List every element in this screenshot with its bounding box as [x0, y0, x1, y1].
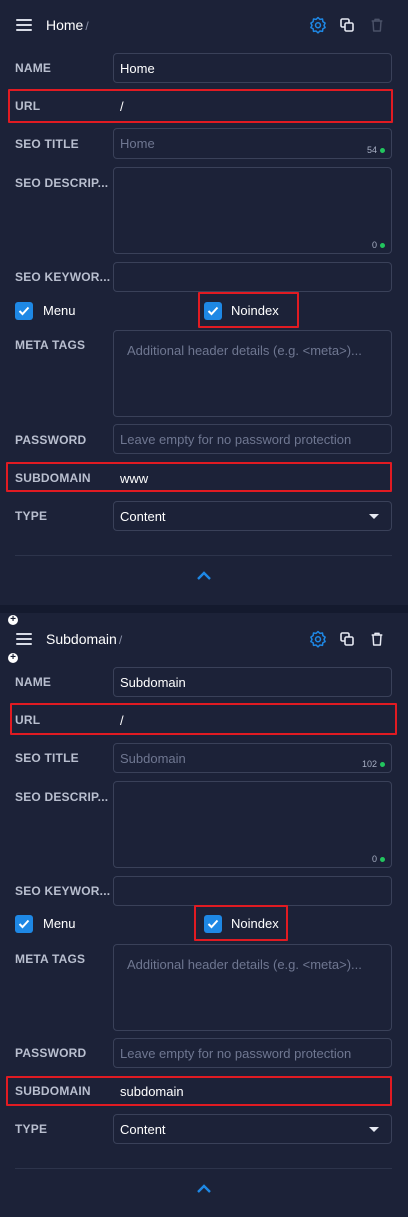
- panel-gap: [0, 605, 408, 613]
- seo-keywords-field[interactable]: [113, 876, 392, 906]
- breadcrumb-separator: /: [118, 633, 123, 647]
- menu-checkbox-label[interactable]: Menu: [43, 916, 76, 931]
- status-dot: [380, 761, 385, 767]
- type-label: TYPE: [15, 1122, 48, 1136]
- duplicate-icon[interactable]: [339, 631, 355, 647]
- seo-description-counter: 0: [372, 854, 385, 864]
- page-title-text: Home: [46, 17, 84, 33]
- check-icon: [18, 919, 30, 929]
- type-select-value: Content: [120, 1121, 166, 1137]
- seo-title-label: SEO TITLE: [15, 137, 79, 151]
- type-label: TYPE: [15, 509, 48, 523]
- seo-description-label: SEO DESCRIP...: [15, 790, 109, 804]
- seo-title-placeholder: Subdomain: [120, 750, 186, 766]
- subdomain-highlight: [6, 462, 392, 492]
- menu-checkbox[interactable]: [15, 915, 33, 933]
- chevron-up-icon[interactable]: [196, 571, 212, 581]
- seo-keywords-label: SEO KEYWOR...: [15, 884, 111, 898]
- type-select[interactable]: Content: [113, 501, 392, 531]
- divider: [15, 555, 392, 556]
- subdomain-highlight: [6, 1076, 392, 1106]
- status-dot: [380, 147, 385, 153]
- page-title-text: Subdomain: [46, 631, 117, 647]
- menu-icon[interactable]: [16, 19, 32, 31]
- add-icon[interactable]: +: [8, 653, 18, 663]
- seo-description-counter: 0: [372, 240, 385, 250]
- menu-checkbox-label[interactable]: Menu: [43, 303, 76, 318]
- chevron-up-icon[interactable]: [196, 1184, 212, 1194]
- check-icon: [18, 306, 30, 316]
- status-dot: [380, 856, 385, 862]
- password-field[interactable]: Leave empty for no password protection: [113, 424, 392, 454]
- seo-description-count: 0: [371, 854, 377, 864]
- seo-description-label: SEO DESCRIP...: [15, 176, 109, 190]
- seo-description-field[interactable]: 0: [113, 781, 392, 868]
- name-field[interactable]: Home: [113, 53, 392, 83]
- menu-icon[interactable]: [16, 633, 32, 645]
- trash-icon[interactable]: [369, 630, 385, 648]
- seo-description-field[interactable]: 0: [113, 167, 392, 254]
- meta-tags-label: META TAGS: [15, 952, 86, 966]
- seo-keywords-label: SEO KEYWOR...: [15, 270, 111, 284]
- add-icon[interactable]: +: [8, 615, 18, 625]
- type-select[interactable]: Content: [113, 1114, 392, 1144]
- trash-icon: [371, 18, 383, 32]
- url-highlight: [10, 703, 397, 735]
- seo-title-placeholder: Home: [120, 136, 155, 151]
- type-select-value: Content: [120, 508, 166, 524]
- divider: [15, 1168, 392, 1169]
- seo-title-field[interactable]: Subdomain 102: [113, 743, 392, 773]
- page-title: Home /: [46, 16, 89, 35]
- meta-tags-label: META TAGS: [15, 338, 86, 352]
- dropdown-arrow-icon: [369, 514, 379, 519]
- password-label: PASSWORD: [15, 433, 87, 447]
- seo-title-counter: 54: [367, 145, 385, 155]
- noindex-highlight: [198, 292, 299, 328]
- url-highlight: [8, 89, 393, 123]
- seo-keywords-field[interactable]: [113, 262, 392, 292]
- password-label: PASSWORD: [15, 1046, 87, 1060]
- settings-icon[interactable]: [309, 630, 327, 648]
- page-settings-panel-home: Home / NAME Home URL / SEO TITLE Home 54 …: [0, 0, 408, 605]
- noindex-highlight: [194, 905, 288, 941]
- dropdown-arrow-icon: [369, 1127, 379, 1132]
- name-field[interactable]: Subdomain: [113, 667, 392, 697]
- settings-icon[interactable]: [309, 16, 327, 34]
- password-field[interactable]: Leave empty for no password protection: [113, 1038, 392, 1068]
- page-title: Subdomain /: [46, 630, 122, 649]
- duplicate-icon[interactable]: [339, 17, 355, 33]
- meta-tags-field[interactable]: Additional header details (e.g. <meta>).…: [113, 330, 392, 417]
- name-label: NAME: [15, 61, 52, 75]
- name-label: NAME: [15, 675, 52, 689]
- menu-checkbox[interactable]: [15, 302, 33, 320]
- seo-title-counter: 102: [362, 759, 385, 769]
- breadcrumb-separator: /: [85, 19, 89, 33]
- page-settings-panel-subdomain: + + Subdomain / NAME Subdomain URL / SEO …: [0, 613, 408, 1217]
- meta-tags-field[interactable]: Additional header details (e.g. <meta>).…: [113, 944, 392, 1031]
- seo-title-count: 102: [361, 759, 377, 769]
- seo-description-count: 0: [371, 240, 377, 250]
- seo-title-label: SEO TITLE: [15, 751, 79, 765]
- status-dot: [380, 242, 385, 248]
- seo-title-count: 54: [366, 145, 377, 155]
- seo-title-field[interactable]: Home 54: [113, 128, 392, 159]
